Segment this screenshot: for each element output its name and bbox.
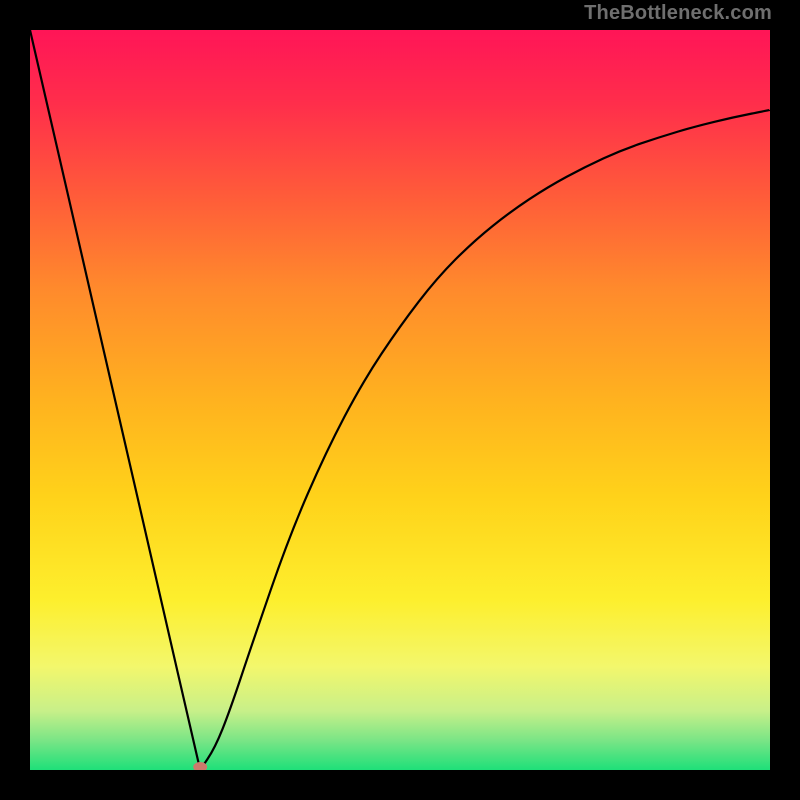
gradient-background xyxy=(30,30,770,770)
watermark-text: TheBottleneck.com xyxy=(584,2,772,25)
chart-frame xyxy=(30,30,770,770)
chart-svg xyxy=(30,30,770,770)
